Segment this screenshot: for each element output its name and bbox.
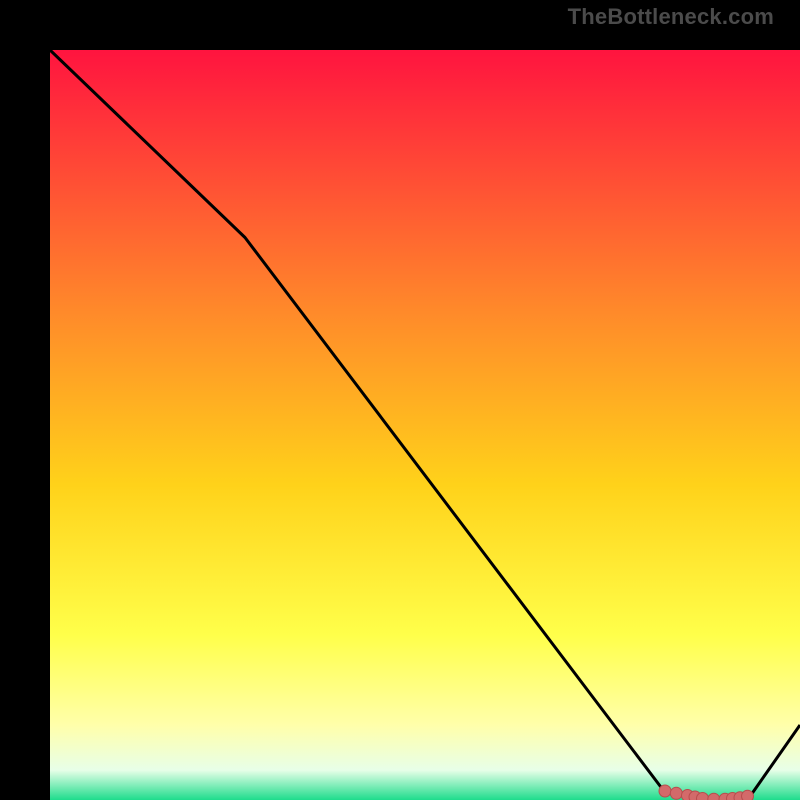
bottleneck-chart — [50, 50, 800, 800]
optimum-marker — [670, 787, 682, 799]
chart-background — [50, 50, 800, 800]
optimum-marker — [742, 790, 754, 800]
optimum-marker — [659, 785, 671, 797]
optimum-marker — [697, 793, 709, 800]
chart-frame — [25, 25, 775, 775]
attribution-label: TheBottleneck.com — [568, 4, 774, 30]
